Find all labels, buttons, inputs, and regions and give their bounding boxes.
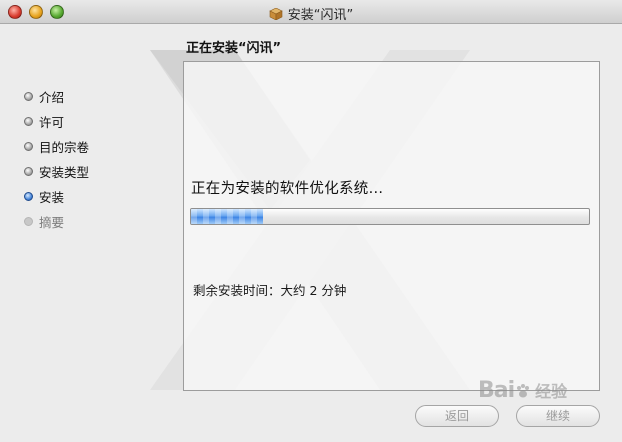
step-label: 许可 [39,115,65,130]
step-bullet-icon [24,167,33,176]
step-license: 许可 [24,109,89,134]
step-introduction: 介绍 [24,84,89,109]
continue-button[interactable]: 继续 [516,405,600,427]
installer-window: 安装“闪讯” 正在安装“闪讯” 介绍 许可 目的宗卷 安装类型 安装 摘要 正在… [0,0,622,442]
step-bullet-icon [24,117,33,126]
step-bullet-icon [24,142,33,151]
paw-icon [517,384,530,398]
content-panel [183,61,600,391]
window-title: 安装“闪讯” [287,8,354,23]
watermark-suffix: 经验 [535,382,568,401]
install-progress-bar [190,208,590,225]
step-label: 摘要 [39,215,65,230]
step-bullet-icon [24,217,33,226]
step-label: 介绍 [39,90,65,105]
step-bullet-icon [24,192,33,201]
step-destination: 目的宗卷 [24,134,89,159]
status-text: 正在为安装的软件优化系统... [191,181,384,197]
remaining-time-text: 剩余安装时间：大约 2 分钟 [193,283,347,298]
step-install: 安装 [24,184,89,209]
step-bullet-icon [24,92,33,101]
title-bar[interactable]: 安装“闪讯” [0,0,622,24]
step-summary: 摘要 [24,209,89,234]
window-title-area: 安装“闪讯” [0,4,622,23]
step-label: 目的宗卷 [39,140,90,155]
step-install-type: 安装类型 [24,159,89,184]
back-button[interactable]: 返回 [415,405,499,427]
installer-steps-list: 介绍 许可 目的宗卷 安装类型 安装 摘要 [24,84,89,234]
step-label: 安装 [39,190,65,205]
watermark: Bai 经验 [478,378,567,403]
page-title: 正在安装“闪讯” [186,41,282,56]
progress-fill [191,209,263,224]
watermark-brand: Bai [478,378,515,403]
package-icon [269,8,283,20]
step-label: 安装类型 [39,165,90,180]
